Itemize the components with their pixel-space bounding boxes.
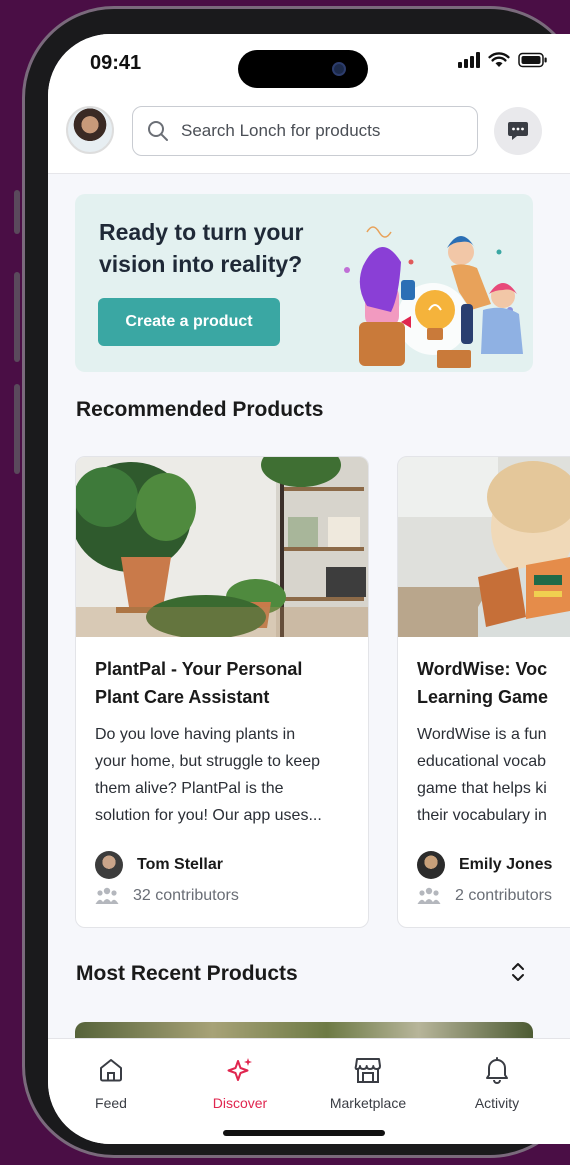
home-icon [100, 1059, 122, 1082]
contributors-label: 32 contributors [133, 887, 239, 904]
contributors-count: 32 contributors [95, 887, 239, 905]
sparkle-icon [227, 1058, 252, 1081]
top-header [48, 94, 570, 174]
search-icon [148, 121, 168, 141]
side-button [14, 190, 20, 234]
create-product-button[interactable]: Create a product [98, 298, 280, 346]
status-time: 09:41 [90, 52, 142, 74]
tab-marketplace[interactable]: Marketplace [313, 1053, 423, 1111]
product-description: WordWise is a fun educational vocab game… [417, 726, 547, 824]
product-author[interactable]: Tom Stellar [95, 851, 223, 879]
store-icon [354, 1058, 381, 1083]
tab-label: Activity [474, 1095, 520, 1111]
wifi-icon [488, 52, 510, 67]
status-icons [458, 52, 548, 68]
product-title: PlantPal - Your Personal Plant Care Assi… [95, 659, 303, 707]
product-image [76, 457, 368, 637]
product-image [398, 457, 570, 637]
bottom-tab-bar: Feed Discover Marketplace Activity [48, 1038, 570, 1144]
chat-icon [508, 122, 528, 140]
user-avatar[interactable] [66, 106, 114, 154]
product-title: WordWise: Voc Learning Game [417, 659, 549, 707]
product-author[interactable]: Emily Jones [417, 851, 552, 879]
bell-icon [486, 1057, 508, 1084]
sort-chevron-icon[interactable] [510, 960, 526, 984]
app-screen: 09:41 Search Lonch for products Ready to… [48, 34, 570, 1144]
author-name: Tom Stellar [137, 856, 223, 873]
people-icon [95, 887, 119, 904]
messages-button[interactable] [494, 107, 542, 155]
side-button [14, 272, 20, 362]
author-name: Emily Jones [459, 856, 553, 873]
create-banner: Ready to turn your vision into reality? … [75, 194, 533, 372]
tab-feed[interactable]: Feed [56, 1053, 166, 1111]
dynamic-island [238, 50, 368, 88]
banner-title: Ready to turn your vision into reality? [99, 219, 304, 277]
product-description: Do you love having plants in your home, … [95, 726, 322, 824]
camera-icon [332, 62, 346, 76]
recent-title: Most Recent Products [76, 962, 298, 985]
tab-discover[interactable]: Discover [185, 1053, 295, 1111]
contributors-count: 2 contributors [417, 887, 552, 905]
search-bar[interactable] [132, 106, 478, 156]
status-bar: 09:41 [48, 34, 570, 94]
product-card[interactable]: WordWise: Voc Learning Game WordWise is … [397, 456, 570, 928]
tab-label: Discover [212, 1095, 268, 1111]
recommended-title: Recommended Products [76, 398, 324, 421]
author-avatar [95, 851, 123, 879]
people-icon [417, 887, 441, 904]
search-input[interactable] [181, 121, 441, 141]
contributors-label: 2 contributors [455, 887, 552, 904]
tab-label: Marketplace [329, 1095, 407, 1111]
battery-icon [518, 52, 547, 68]
side-button [14, 384, 20, 474]
product-card[interactable]: PlantPal - Your Personal Plant Care Assi… [75, 456, 369, 928]
author-avatar [417, 851, 445, 879]
signal-icon [458, 52, 480, 68]
home-indicator [223, 1130, 385, 1136]
tab-activity[interactable]: Activity [442, 1053, 552, 1111]
team-illustration [344, 226, 523, 368]
tab-label: Feed [95, 1095, 127, 1111]
